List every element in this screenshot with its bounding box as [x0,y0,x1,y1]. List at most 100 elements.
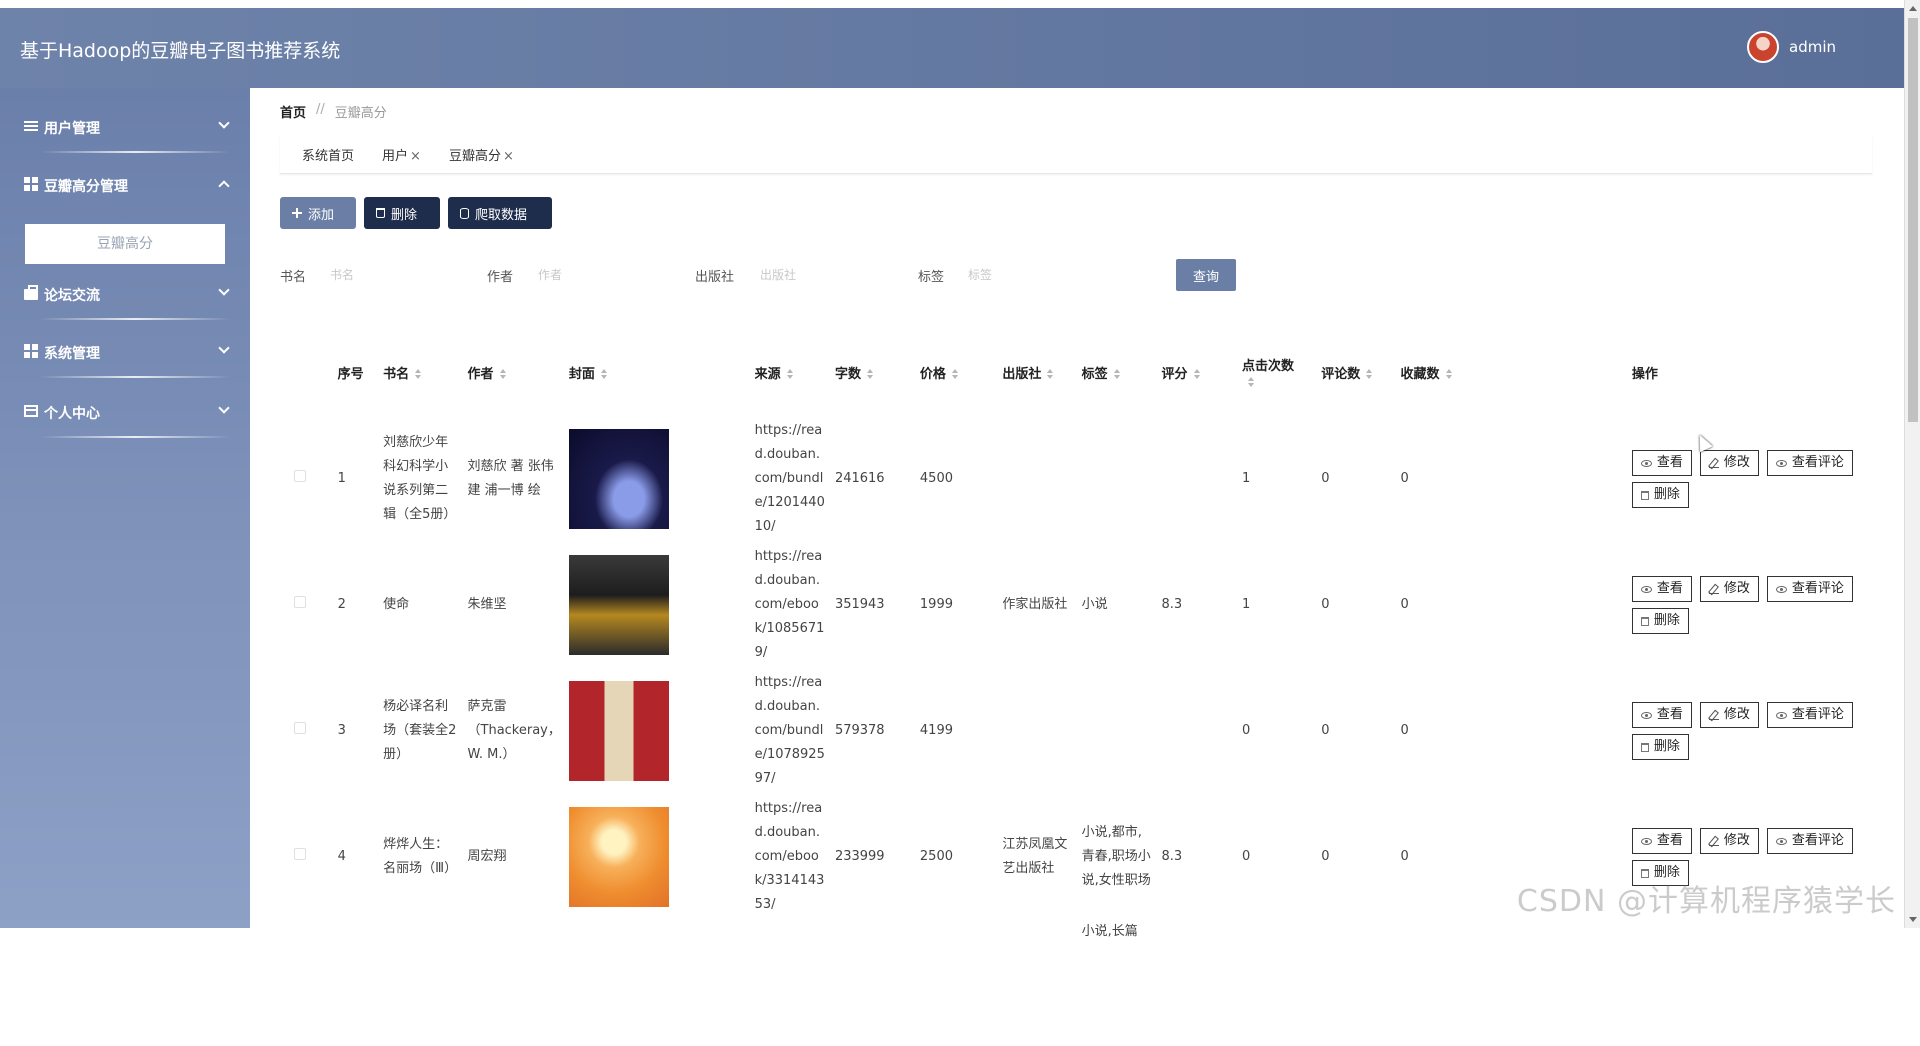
sidebar-item-user-management[interactable]: 用户管理 [0,105,250,149]
col-name[interactable]: 书名 [379,328,463,416]
col-label: 点击次数 [1242,359,1294,374]
view-comments-button[interactable]: 查看评论 [1767,576,1853,602]
cell-no: 2 [334,542,380,668]
sort-icon[interactable] [1446,369,1453,379]
sort-icon[interactable] [952,369,959,379]
view-button[interactable]: 查看 [1632,576,1692,602]
eye-icon [1641,838,1652,845]
sort-icon[interactable] [1114,369,1121,379]
view-comments-button[interactable]: 查看评论 [1767,702,1853,728]
view-comments-button[interactable]: 查看评论 [1767,450,1853,476]
cell-words: 241616 [831,416,916,542]
sort-icon[interactable] [601,369,608,379]
tab-douban-top[interactable]: 豆瓣高分× [449,145,514,164]
sort-icon[interactable] [500,369,507,379]
edit-icon [1709,584,1719,594]
sidebar-subitem-douban-top[interactable]: 豆瓣高分 [25,224,225,264]
chevron-down-icon [218,284,229,295]
breadcrumb: 首页 // 豆瓣高分 [280,102,387,121]
author-search-input[interactable] [538,258,648,292]
col-favs[interactable]: 收藏数 [1397,328,1628,416]
user-menu[interactable]: admin [1747,31,1836,63]
col-no: 序号 [334,328,380,416]
divider [40,436,230,438]
delete-row-button[interactable]: 删除 [1632,608,1689,634]
edit-button[interactable]: 修改 [1700,702,1759,728]
sidebar-item-profile[interactable]: 个人中心 [0,390,250,434]
view-button[interactable]: 查看 [1632,828,1692,854]
scroll-up-icon[interactable] [1909,6,1917,11]
col-source[interactable]: 来源 [751,328,831,416]
cell-comments: 0 [1317,542,1396,668]
cell-no: 1 [334,416,380,542]
trash-icon [1641,743,1649,752]
avatar[interactable] [1747,31,1779,63]
cell-comments: 0 [1317,794,1396,920]
edit-label: 修改 [1724,829,1750,853]
sort-icon[interactable] [787,369,794,379]
col-comments[interactable]: 评论数 [1317,328,1396,416]
col-publisher[interactable]: 出版社 [998,328,1077,416]
delete-button[interactable]: 删除 [364,197,440,229]
publisher-search-input[interactable] [760,258,870,292]
table-row-partial: 小说,长篇 [280,920,1904,1046]
main-content: 首页 // 豆瓣高分 系统首页 用户× 豆瓣高分× 添加 删除 爬取数据 书名 … [250,88,1904,928]
col-tags[interactable]: 标签 [1078,328,1158,416]
delete-label: 删除 [1654,609,1680,633]
col-clicks[interactable]: 点击次数 [1238,328,1317,416]
tab-home[interactable]: 系统首页 [302,145,354,164]
eye-icon [1641,586,1652,593]
close-icon[interactable]: × [503,149,514,164]
sidebar-item-douban-top[interactable]: 豆瓣高分管理 [0,163,250,207]
crawl-data-button[interactable]: 爬取数据 [448,197,552,229]
breadcrumb-home[interactable]: 首页 [280,102,306,121]
delete-row-button[interactable]: 删除 [1632,734,1689,760]
row-checkbox[interactable] [294,722,306,734]
view-comments-button[interactable]: 查看评论 [1767,828,1853,854]
view-comments-label: 查看评论 [1792,577,1844,601]
sort-icon[interactable] [1248,377,1255,387]
edit-button[interactable]: 修改 [1700,828,1759,854]
sidebar-item-forum[interactable]: 论坛交流 [0,272,250,316]
sort-icon[interactable] [867,369,874,379]
col-price[interactable]: 价格 [916,328,998,416]
col-words[interactable]: 字数 [831,328,916,416]
row-checkbox[interactable] [294,848,306,860]
tab-users[interactable]: 用户× [382,145,421,164]
eye-icon [1776,838,1787,845]
edit-button[interactable]: 修改 [1700,450,1759,476]
cover-image [569,681,669,781]
cell-publisher: 江苏凤凰文艺出版社 [998,794,1077,920]
scroll-down-icon[interactable] [1909,917,1917,922]
scrollbar-thumb[interactable] [1908,18,1918,422]
row-checkbox[interactable] [294,596,306,608]
name-search-input[interactable] [330,258,440,292]
close-icon[interactable]: × [410,149,421,164]
query-button[interactable]: 查询 [1176,259,1236,291]
sort-icon[interactable] [1194,369,1201,379]
username[interactable]: admin [1789,38,1836,56]
sort-icon[interactable] [1366,369,1373,379]
add-button[interactable]: 添加 [280,197,356,229]
add-label: 添加 [308,204,334,223]
sort-icon[interactable] [1047,369,1054,379]
view-button[interactable]: 查看 [1632,450,1692,476]
row-checkbox[interactable] [294,470,306,482]
chevron-down-icon [218,402,229,413]
col-cover[interactable]: 封面 [565,328,751,416]
view-button[interactable]: 查看 [1632,702,1692,728]
col-author[interactable]: 作者 [464,328,565,416]
delete-row-button[interactable]: 删除 [1632,482,1689,508]
sidebar-item-system[interactable]: 系统管理 [0,330,250,374]
sort-icon[interactable] [415,369,422,379]
tags-search-input[interactable] [968,258,1078,292]
row-actions: 查看 修改 查看评论 删除 [1632,702,1892,760]
sidebar-item-label: 系统管理 [44,343,100,363]
trash-icon [1641,491,1649,500]
cell-name: 杨必译名利场（套装全2册） [379,668,463,794]
view-comments-label: 查看评论 [1792,829,1844,853]
database-icon [460,208,469,219]
edit-button[interactable]: 修改 [1700,576,1759,602]
col-score[interactable]: 评分 [1158,328,1238,416]
page-scrollbar[interactable] [1904,0,1920,928]
